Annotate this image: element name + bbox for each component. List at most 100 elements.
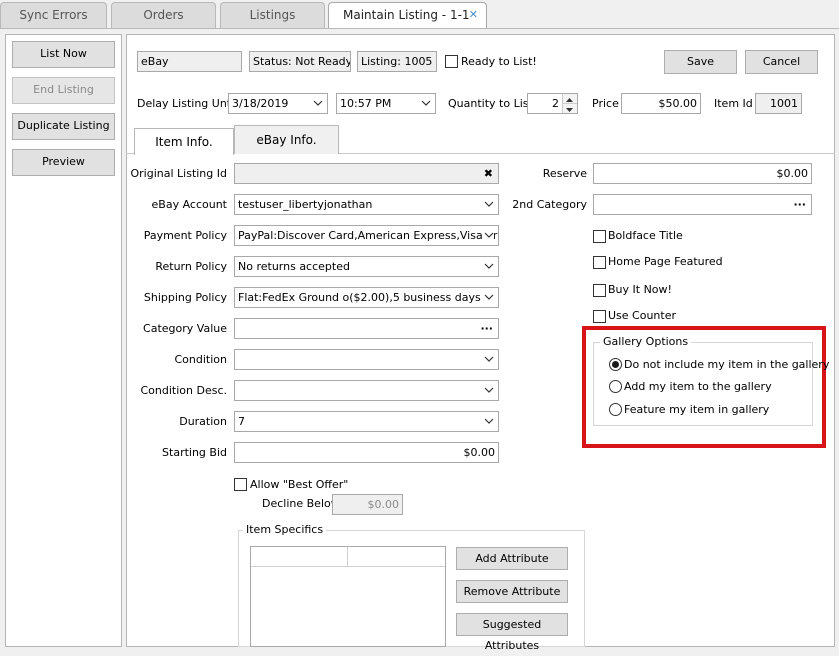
delay-time-value: 10:57 PM	[340, 97, 392, 110]
ready-to-list-checkbox[interactable]	[445, 55, 458, 68]
second-category-picker[interactable]: ···	[593, 194, 812, 215]
chevron-down-icon	[484, 226, 494, 245]
gallery-option-add-radio[interactable]	[609, 380, 622, 393]
use-counter-label: Use Counter	[608, 309, 677, 322]
shipping-policy-dropdown[interactable]: Flat:FedEx Ground o($2.00),5 business da…	[234, 287, 499, 308]
reserve-label: Reserve	[542, 167, 587, 180]
shipping-policy-value: Flat:FedEx Ground o($2.00),5 business da…	[238, 291, 481, 304]
list-now-button[interactable]: List Now	[12, 41, 115, 68]
decline-below-input[interactable]: $0.00	[332, 494, 403, 515]
ellipsis-icon[interactable]: ···	[793, 195, 806, 214]
item-id-label: Item Id	[714, 97, 753, 110]
delay-time-dropdown[interactable]: 10:57 PM	[336, 93, 436, 114]
price-input[interactable]: $50.00	[621, 93, 701, 114]
use-counter-checkbox[interactable]	[593, 310, 606, 323]
boldface-title-checkbox[interactable]	[593, 230, 606, 243]
buy-it-now-label: Buy It Now!	[608, 283, 672, 296]
suggested-attributes-button[interactable]: Suggested Attributes	[456, 613, 568, 652]
remove-attribute-button[interactable]: Remove Attribute	[456, 580, 568, 603]
duration-value: 7	[238, 415, 245, 428]
preview-button[interactable]: Preview	[12, 149, 115, 176]
second-category-label: 2nd Category	[512, 198, 587, 211]
grid-header-row	[251, 547, 445, 567]
delay-listing-label: Delay Listing Until	[137, 97, 238, 110]
chevron-down-icon	[484, 257, 494, 276]
tab-listings[interactable]: Listings	[220, 2, 325, 28]
listing-number-field: Listing: 1005	[357, 51, 437, 72]
ellipsis-icon[interactable]: ···	[480, 319, 493, 338]
quantity-spin-down[interactable]	[562, 104, 577, 113]
clear-icon[interactable]: ✖	[484, 164, 493, 183]
home-page-featured-checkbox[interactable]	[593, 256, 606, 269]
tab-maintain-listing[interactable]: Maintain Listing - 1-1 ✕	[328, 2, 487, 29]
starting-bid-input[interactable]: $0.00	[234, 442, 499, 463]
duration-label: Duration	[179, 415, 227, 428]
end-listing-button[interactable]: End Listing	[12, 77, 115, 104]
condition-dropdown[interactable]	[234, 349, 499, 370]
original-listing-id-field[interactable]: ✖	[234, 163, 499, 184]
gallery-option-feature-label: Feature my item in gallery	[624, 403, 770, 416]
payment-policy-label: Payment Policy	[143, 229, 227, 242]
home-page-featured-label: Home Page Featured	[608, 255, 723, 268]
best-offer-label: Allow "Best Offer"	[250, 478, 349, 491]
ready-to-list-label: Ready to List!	[461, 55, 537, 68]
chevron-down-icon	[484, 350, 494, 369]
category-value-picker[interactable]: ···	[234, 318, 499, 339]
grid-column-divider	[347, 547, 348, 567]
best-offer-checkbox[interactable]	[234, 478, 247, 491]
duplicate-listing-button[interactable]: Duplicate Listing	[12, 113, 115, 140]
quantity-spin-up[interactable]	[562, 94, 577, 104]
buy-it-now-checkbox[interactable]	[593, 284, 606, 297]
condition-label: Condition	[174, 353, 228, 366]
chevron-down-icon	[313, 94, 323, 113]
add-attribute-button[interactable]: Add Attribute	[456, 547, 568, 570]
tab-sync-errors[interactable]: Sync Errors	[0, 2, 107, 28]
delay-date-value: 3/18/2019	[232, 97, 289, 110]
save-button[interactable]: Save	[664, 50, 737, 74]
condition-desc-dropdown[interactable]	[234, 380, 499, 401]
decline-below-label: Decline Below	[262, 497, 340, 510]
quantity-value: 2	[552, 97, 559, 110]
status-field: Status: Not Ready	[249, 51, 351, 72]
chevron-up-icon	[566, 98, 573, 102]
chevron-down-icon	[484, 381, 494, 400]
ebay-account-label: eBay Account	[151, 198, 227, 211]
payment-policy-value: PayPal:Discover Card,American Express,Vi…	[238, 229, 498, 242]
duration-dropdown[interactable]: 7	[234, 411, 499, 432]
tab-ebay-info[interactable]: eBay Info.	[234, 125, 339, 154]
original-listing-id-label: Original Listing Id	[130, 167, 227, 180]
tab-orders[interactable]: Orders	[111, 2, 216, 28]
return-policy-value: No returns accepted	[238, 260, 350, 273]
action-sidebar: List Now End Listing Duplicate Listing P…	[5, 34, 122, 647]
item-id-field: 1001	[755, 93, 802, 114]
cancel-button[interactable]: Cancel	[745, 50, 818, 74]
price-label: Price	[592, 97, 619, 110]
chevron-down-icon	[484, 195, 494, 214]
payment-policy-dropdown[interactable]: PayPal:Discover Card,American Express,Vi…	[234, 225, 499, 246]
condition-desc-label: Condition Desc.	[140, 384, 227, 397]
site-field: eBay	[137, 51, 242, 72]
ebay-account-dropdown[interactable]: testuser_libertyjonathan	[234, 194, 499, 215]
category-value-label: Category Value	[143, 322, 227, 335]
tab-item-info[interactable]: Item Info.	[134, 128, 234, 155]
close-icon[interactable]: ✕	[469, 3, 478, 27]
item-specifics-title: Item Specifics	[243, 523, 327, 537]
reserve-input[interactable]: $0.00	[593, 163, 812, 184]
shipping-policy-label: Shipping Policy	[143, 291, 227, 304]
item-specifics-grid[interactable]	[250, 546, 446, 647]
tab-maintain-listing-label: Maintain Listing - 1-1	[343, 8, 470, 22]
gallery-option-none-label: Do not include my item in the gallery	[624, 358, 830, 371]
delay-date-dropdown[interactable]: 3/18/2019	[228, 93, 328, 114]
starting-bid-label: Starting Bid	[162, 446, 227, 459]
gallery-option-none-radio[interactable]	[609, 358, 622, 371]
boldface-title-label: Boldface Title	[608, 229, 683, 242]
chevron-down-icon	[566, 108, 573, 112]
tab-strip-divider	[0, 28, 839, 29]
return-policy-dropdown[interactable]: No returns accepted	[234, 256, 499, 277]
chevron-down-icon	[484, 412, 494, 431]
ebay-account-value: testuser_libertyjonathan	[238, 198, 373, 211]
gallery-option-add-label: Add my item to the gallery	[624, 380, 772, 393]
gallery-options-title: Gallery Options	[600, 335, 692, 349]
gallery-option-feature-radio[interactable]	[609, 403, 622, 416]
chevron-down-icon	[421, 94, 431, 113]
